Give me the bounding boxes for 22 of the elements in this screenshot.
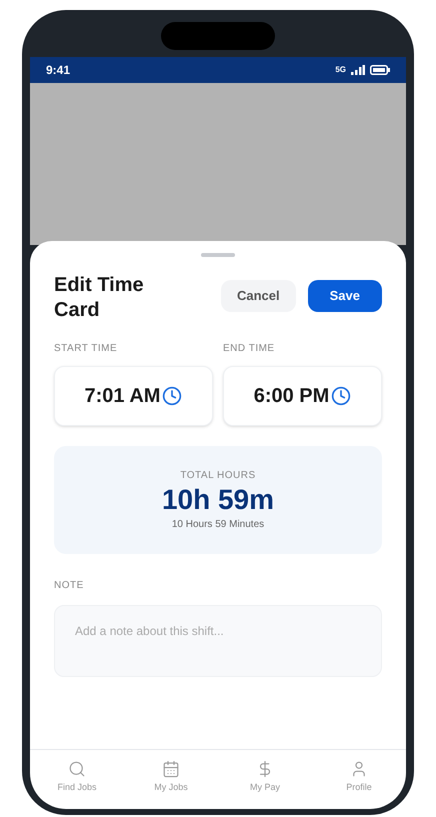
time-picker[interactable]: 7:01 AM [54, 366, 213, 426]
note-field[interactable]: Add a note about this shift... [54, 605, 382, 677]
sheet-title: Edit Time Card [54, 273, 145, 323]
clock-icon [162, 386, 182, 406]
time-label: END TIME [223, 342, 276, 356]
save-button[interactable]: Save [308, 280, 382, 312]
battery-icon [370, 65, 390, 75]
total-value: 10h 59m [162, 483, 274, 517]
search-icon [68, 760, 86, 778]
time-picker[interactable]: 6:00 PM [223, 366, 382, 426]
note-label: NOTE [53, 579, 85, 593]
signal-icon [351, 65, 365, 75]
network-label: 5G [335, 64, 346, 76]
cancel-button[interactable]: Cancel [220, 280, 296, 312]
clock-icon [331, 386, 352, 406]
user-icon [350, 760, 368, 778]
status-time: 9:41 [46, 62, 70, 79]
calendar-icon [162, 760, 180, 778]
drag-handle[interactable] [201, 253, 235, 257]
total-detail: 10 Hours 59 Minutes [172, 518, 264, 532]
total-label: TOTAL HOURS [180, 469, 256, 483]
time-label: START TIME [54, 342, 118, 356]
